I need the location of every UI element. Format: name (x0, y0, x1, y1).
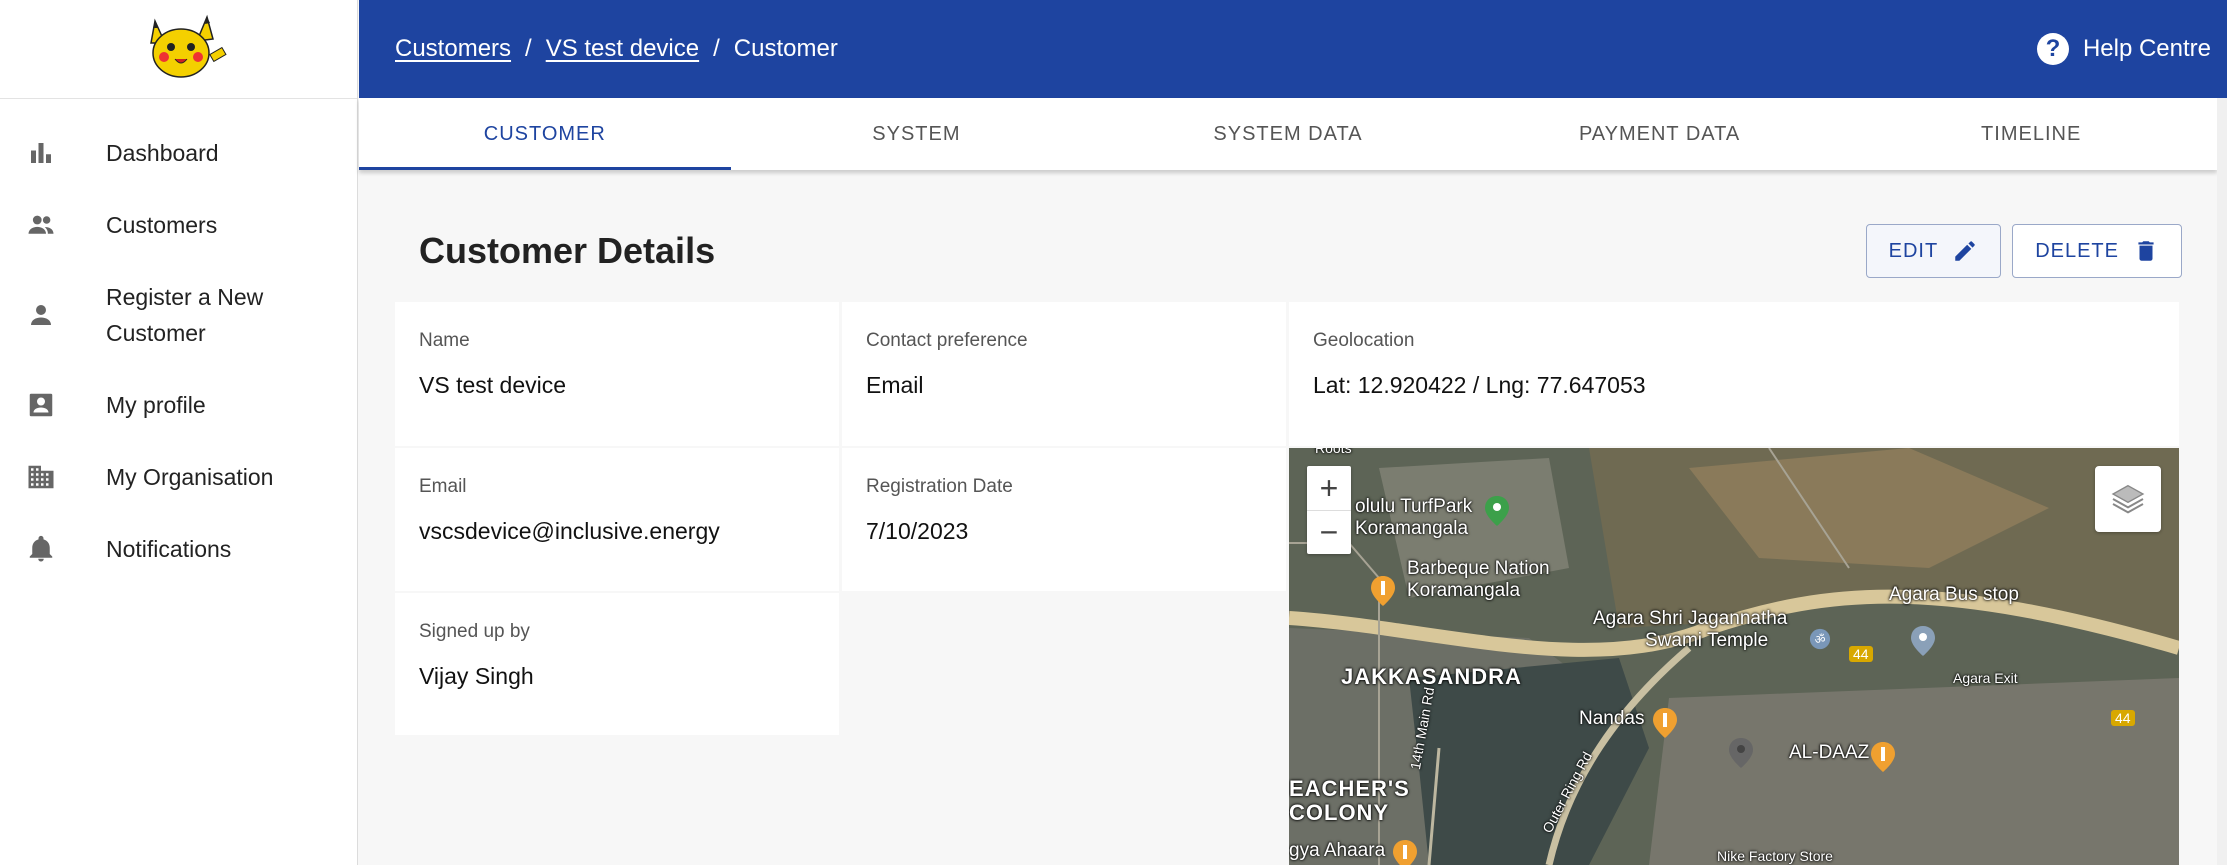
park-pin-icon[interactable] (1485, 496, 1509, 526)
restaurant-pin-icon[interactable] (1393, 840, 1417, 865)
map-label: EACHER'S (1289, 776, 1410, 801)
sidebar-item-dashboard[interactable]: Dashboard (0, 117, 357, 189)
sidebar-item-label: Dashboard (106, 140, 219, 166)
field-label: Signed up by (419, 621, 530, 642)
sidebar-item-my-profile[interactable]: My profile (0, 369, 357, 441)
temple-icon[interactable]: ॐ (1809, 628, 1831, 650)
restaurant-pin-icon[interactable] (1371, 576, 1395, 606)
map-label: Nandas (1579, 708, 1645, 729)
tab-bar: CUSTOMER SYSTEM SYSTEM DATA PAYMENT DATA… (359, 98, 2217, 170)
highway-shield: 44 (1849, 646, 1873, 662)
tab-system-data[interactable]: SYSTEM DATA (1102, 98, 1474, 170)
sidebar-item-register-customer[interactable]: Register a New Customer (0, 261, 357, 369)
map-label: Agara Shri Jagannatha (1593, 608, 1788, 629)
field-card-email: Email vscsdevice@inclusive.energy (395, 448, 839, 591)
map-label: gya Ahaara (1289, 840, 1386, 861)
field-value: 7/10/2023 (866, 518, 969, 544)
svg-text:ॐ: ॐ (1815, 633, 1826, 647)
map-label: Swami Temple (1645, 630, 1769, 651)
map-label: olulu TurfPark (1355, 496, 1473, 517)
breadcrumb: Customers / VS test device / Customer (395, 35, 838, 63)
field-label: Contact preference (866, 330, 1028, 351)
field-card-contact-preference: Contact preference Email (842, 302, 1286, 446)
sidebar-nav: Dashboard Customers Register a New Custo… (0, 99, 357, 585)
delete-button[interactable]: DELETE (2012, 224, 2182, 278)
sidebar-item-customers[interactable]: Customers (0, 189, 357, 261)
bar-chart-icon (24, 136, 58, 170)
field-label: Name (419, 330, 470, 351)
sidebar-item-notifications[interactable]: Notifications (0, 513, 357, 585)
sidebar-item-my-organisation[interactable]: My Organisation (0, 441, 357, 513)
breadcrumb-link-customers[interactable]: Customers (395, 35, 511, 63)
map-label: Koramangala (1407, 580, 1521, 601)
field-card-name: Name VS test device (395, 302, 839, 446)
sidebar: Dashboard Customers Register a New Custo… (0, 0, 358, 865)
satellite-map[interactable]: + − Roots olulu TurfPark Koramangala Bar… (1289, 448, 2179, 865)
delete-button-label: DELETE (2035, 239, 2119, 262)
field-label: Registration Date (866, 476, 1013, 497)
highway-shield: 44 (2111, 710, 2135, 726)
page-title: Customer Details (419, 230, 716, 271)
sidebar-item-label: My profile (106, 392, 206, 418)
field-value: Vijay Singh (419, 663, 534, 689)
map-label: Nike Factory Store (1717, 848, 1833, 864)
action-buttons: EDIT DELETE (1865, 224, 2182, 278)
breadcrumb-link-device[interactable]: VS test device (546, 35, 699, 63)
field-card-signed-up-by: Signed up by Vijay Singh (395, 593, 839, 735)
scrollbar-track[interactable] (2217, 98, 2227, 865)
zoom-in-button[interactable]: + (1307, 466, 1351, 510)
field-label: Email (419, 476, 467, 497)
map-label: COLONY (1289, 800, 1390, 825)
map-label: Koramangala (1355, 518, 1469, 539)
pencil-icon (1955, 241, 1975, 261)
top-header: Customers / VS test device / Customer ? … (359, 0, 2227, 98)
map-label: AL-DAAZ (1789, 742, 1870, 763)
map-layers-button[interactable] (2095, 466, 2161, 532)
breadcrumb-separator: / (525, 35, 532, 62)
restaurant-pin-icon[interactable] (1871, 742, 1895, 772)
sidebar-item-label: Customers (106, 212, 218, 238)
layers-icon (2111, 484, 2145, 514)
pikachu-logo[interactable] (127, 13, 231, 85)
help-centre-label: Help Centre (2082, 35, 2211, 62)
map-label: JAKKASANDRA (1341, 664, 1522, 689)
field-card-registration-date: Registration Date 7/10/2023 (842, 448, 1286, 591)
edit-button-label: EDIT (1888, 239, 1939, 262)
bus-stop-pin-icon[interactable] (1911, 626, 1935, 656)
map-label: Barbeque Nation (1407, 558, 1550, 579)
field-value: vscsdevice@inclusive.energy (419, 518, 720, 544)
trash-icon (2138, 241, 2154, 261)
field-card-geolocation: Geolocation Lat: 12.920422 / Lng: 77.647… (1289, 302, 2179, 446)
tab-system[interactable]: SYSTEM (731, 98, 1103, 170)
breadcrumb-current: Customer (733, 35, 838, 62)
field-value: Email (866, 372, 924, 398)
bell-icon (24, 532, 58, 566)
sidebar-item-label: Register a New Customer (106, 284, 264, 346)
field-label: Geolocation (1313, 330, 1415, 351)
edit-button[interactable]: EDIT (1865, 224, 2002, 278)
field-value: Lat: 12.920422 / Lng: 77.647053 (1313, 372, 1646, 398)
tab-customer[interactable]: CUSTOMER (359, 98, 731, 170)
breadcrumb-separator: / (713, 35, 720, 62)
map-label: Agara Exit (1953, 670, 2018, 686)
restaurant-pin-icon[interactable] (1653, 708, 1677, 738)
account-box-icon (24, 388, 58, 422)
help-circle-icon: ? (2036, 33, 2069, 65)
tab-payment-data[interactable]: PAYMENT DATA (1474, 98, 1846, 170)
location-marker-icon[interactable] (1729, 738, 1753, 768)
sidebar-item-label: Notifications (106, 536, 232, 562)
map-zoom-control: + − (1307, 466, 1351, 554)
field-value: VS test device (419, 372, 567, 398)
help-centre-link[interactable]: ? Help Centre (2036, 33, 2211, 65)
map-label: Roots (1315, 448, 1352, 456)
zoom-out-button[interactable]: − (1307, 510, 1351, 554)
person-icon (24, 298, 58, 332)
building-icon (24, 460, 58, 494)
tab-timeline[interactable]: TIMELINE (1845, 98, 2217, 170)
sidebar-item-label: My Organisation (106, 464, 274, 490)
logo-area (0, 0, 357, 99)
people-icon (24, 208, 58, 242)
map-label: Agara Bus stop (1889, 584, 2019, 605)
